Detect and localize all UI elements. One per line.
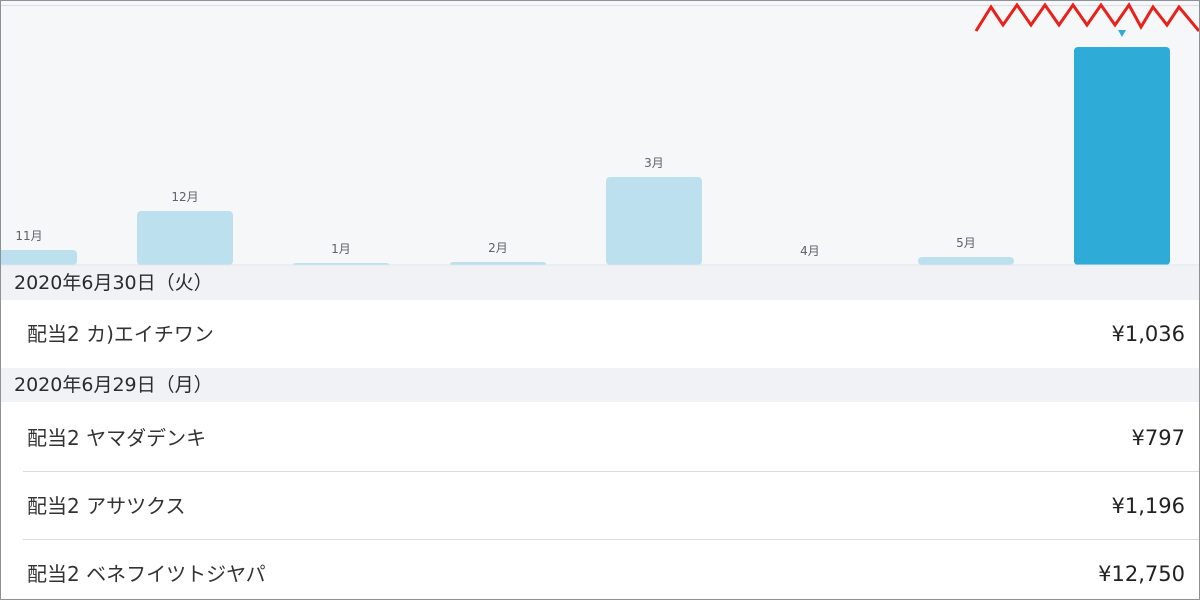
list-item[interactable]: 配当2 ベネフイツトジヤパ ¥12,750 xyxy=(1,540,1199,599)
chart-bar[interactable] xyxy=(137,211,233,265)
selected-bar-marker-icon xyxy=(1118,30,1126,37)
monthly-dividend-chart: 11月 12月 1月 2月 3月 4月 5月 xyxy=(1,1,1199,266)
chart-bar[interactable] xyxy=(1074,47,1170,265)
chart-month-label: 3月 xyxy=(644,156,664,170)
date-header: 2020年6月29日（月） xyxy=(1,368,1199,402)
date-header-text: 2020年6月30日（火） xyxy=(14,272,213,294)
dividend-amount: ¥797 xyxy=(1131,426,1185,450)
dividend-label: 配当2 アサツクス xyxy=(27,494,186,518)
highlight-burst-decoration xyxy=(974,2,1199,32)
chart-month-label: 11月 xyxy=(15,229,42,243)
chart-bar[interactable] xyxy=(606,177,702,265)
date-header-text: 2020年6月29日（月） xyxy=(14,374,213,396)
dividend-amount: ¥1,196 xyxy=(1111,494,1185,518)
chart-month-label: 1月 xyxy=(331,242,351,256)
date-header: 2020年6月30日（火） xyxy=(1,266,1199,300)
chart-month-label: 12月 xyxy=(171,190,198,204)
chart-month-label: 2月 xyxy=(488,241,508,255)
dividend-amount: ¥1,036 xyxy=(1111,322,1185,346)
list-item[interactable]: 配当2 カ)エイチワン ¥1,036 xyxy=(1,300,1199,368)
list-item[interactable]: 配当2 ヤマダデンキ ¥797 xyxy=(1,404,1199,472)
dividend-label: 配当2 ベネフイツトジヤパ xyxy=(27,562,266,586)
list-item[interactable]: 配当2 アサツクス ¥1,196 xyxy=(1,472,1199,540)
dividend-label: 配当2 ヤマダデンキ xyxy=(27,426,207,450)
bar-chart-svg: 11月 12月 1月 2月 3月 4月 5月 xyxy=(1,2,1199,266)
chart-month-label: 4月 xyxy=(800,244,820,258)
chart-month-label: 5月 xyxy=(956,236,976,250)
dividend-amount: ¥12,750 xyxy=(1098,562,1185,586)
chart-bar[interactable] xyxy=(918,257,1014,265)
dividend-label: 配当2 カ)エイチワン xyxy=(27,322,214,346)
chart-bar[interactable] xyxy=(1,250,77,265)
dividend-screen: 11月 12月 1月 2月 3月 4月 5月 2020年6月30日（火） 配当2 カ)エイチ… xyxy=(0,0,1200,600)
